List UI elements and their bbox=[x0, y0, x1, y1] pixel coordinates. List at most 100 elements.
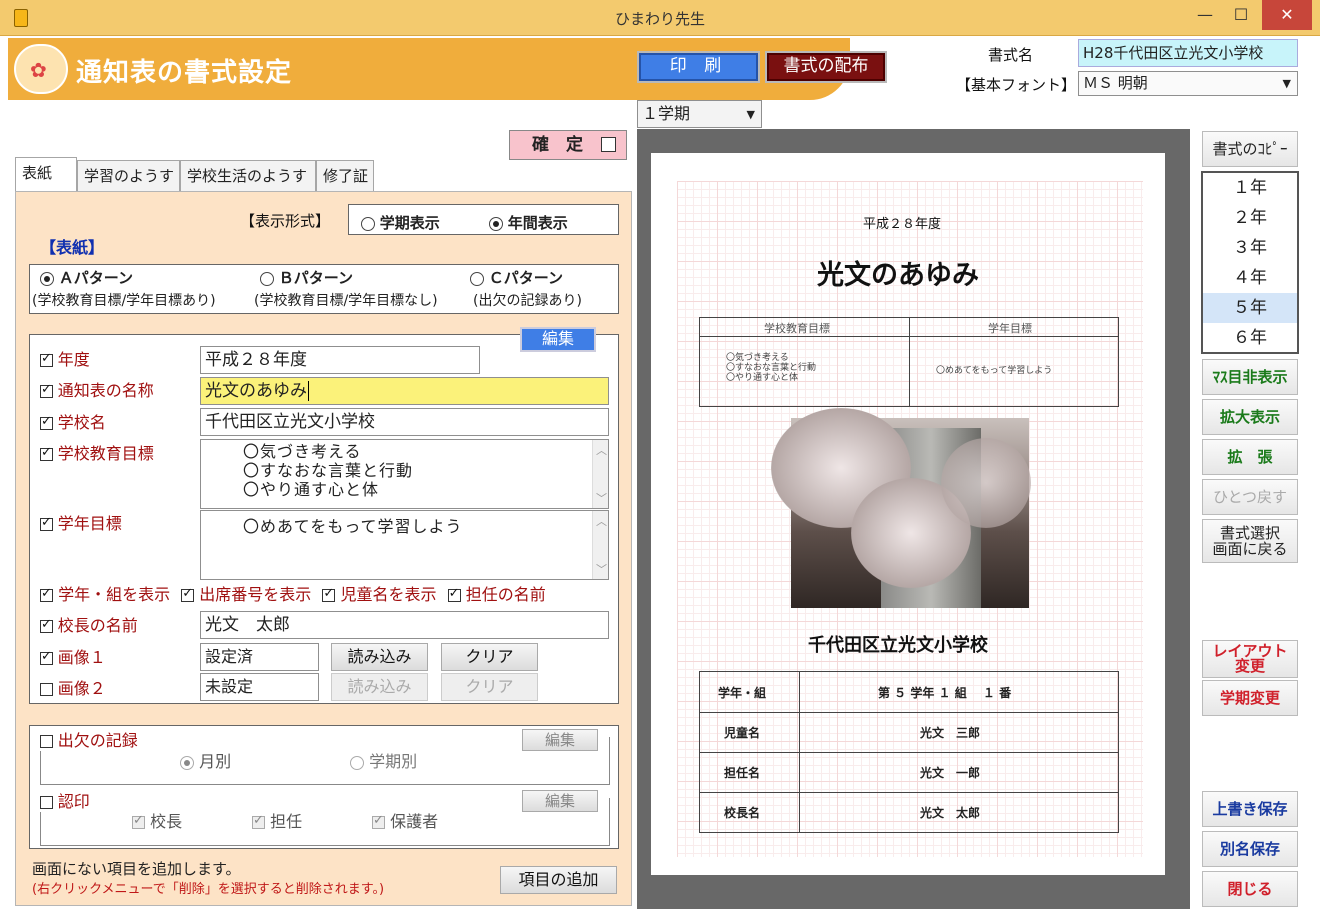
grade-list[interactable]: １年 ２年 ３年 ４年 ５年 ６年 bbox=[1201, 171, 1299, 354]
attendance-checkbox[interactable]: 出欠の記録 bbox=[40, 727, 142, 751]
school-name-checkbox[interactable]: 学校名 bbox=[40, 409, 106, 433]
delete-hint: (右クリックメニューで「削除」を選択すると削除されます。) bbox=[32, 882, 385, 897]
report-name-input[interactable]: 光文のあゆみ bbox=[200, 377, 609, 405]
school-goal-line: 〇すなおな言葉と行動 bbox=[243, 461, 414, 480]
seal-guardian-checkbox[interactable]: 保護者 bbox=[372, 808, 438, 832]
attendance-edit-button[interactable]: 編集 bbox=[522, 729, 598, 751]
undo-button[interactable]: ひとつ戻す bbox=[1202, 479, 1298, 515]
tab-cover[interactable]: 表紙 bbox=[15, 157, 77, 191]
term-change-button[interactable]: 学期変更 bbox=[1202, 680, 1298, 716]
back-button-line1: 書式選択 bbox=[1219, 524, 1280, 542]
close-button[interactable]: 閉じる bbox=[1202, 871, 1298, 907]
pattern-c-radio[interactable]: Ｃパターン bbox=[470, 267, 563, 288]
image2-label: 画像２ bbox=[57, 679, 106, 698]
tab-learning[interactable]: 学習のようす bbox=[77, 160, 180, 191]
tab-certificate[interactable]: 修了証 bbox=[316, 160, 374, 191]
annual-display-radio[interactable]: 年間表示 bbox=[489, 212, 568, 233]
copy-format-button[interactable]: 書式のｺﾋﾟｰ bbox=[1202, 131, 1298, 167]
print-button[interactable]: 印 刷 bbox=[637, 51, 760, 83]
confirm-checkbox[interactable] bbox=[601, 137, 616, 152]
expand-button[interactable]: 拡 張 bbox=[1202, 439, 1298, 475]
monthly-radio[interactable]: 月別 bbox=[180, 748, 231, 772]
term-select-value: １学期 bbox=[642, 104, 691, 123]
back-to-format-select-button[interactable]: 書式選択 画面に戻る bbox=[1202, 519, 1298, 563]
preview-row-key: 児童名 bbox=[724, 726, 761, 740]
school-goal-line: 〇やり通す心と体 bbox=[243, 480, 380, 499]
pattern-a-radio[interactable]: Ａパターン bbox=[40, 267, 133, 288]
school-goal-checkbox[interactable]: 学校教育目標 bbox=[40, 440, 154, 464]
report-name-checkbox[interactable]: 通知表の名称 bbox=[40, 377, 154, 401]
grade-goal-textarea[interactable]: 〇めあてをもって学習しよう ︿ ﹀ bbox=[200, 510, 609, 580]
principal-checkbox[interactable]: 校長の名前 bbox=[40, 612, 138, 636]
show-teacher-checkbox[interactable]: 担任の名前 bbox=[447, 585, 546, 604]
principal-input[interactable]: 光文 太郎 bbox=[200, 611, 609, 639]
back-button-line2: 画面に戻る bbox=[1212, 540, 1288, 558]
grade-item[interactable]: ２年 bbox=[1203, 203, 1297, 233]
show-number-checkbox[interactable]: 出席番号を表示 bbox=[181, 585, 311, 604]
scrollbar[interactable]: ︿ ﹀ bbox=[592, 511, 608, 579]
scrollbar[interactable]: ︿ ﹀ bbox=[592, 440, 608, 508]
preview-row-key: 学年・組 bbox=[718, 686, 767, 700]
seal-teacher-label: 担任 bbox=[270, 812, 303, 831]
school-goal-line: 〇気づき考える bbox=[243, 442, 362, 461]
close-window-button[interactable]: ✕ bbox=[1262, 0, 1312, 30]
add-item-hint: 画面にない項目を追加します。 bbox=[32, 860, 241, 878]
layout-change-button[interactable]: レイアウト 変更 bbox=[1202, 640, 1298, 678]
grade-item[interactable]: ４年 bbox=[1203, 263, 1297, 293]
image2-clear-button[interactable]: クリア bbox=[441, 673, 538, 701]
tab-school-life[interactable]: 学校生活のようす bbox=[180, 160, 316, 191]
zoom-button[interactable]: 拡大表示 bbox=[1202, 399, 1298, 435]
grade-item[interactable]: ６年 bbox=[1203, 323, 1297, 353]
page-title: 通知表の書式設定 bbox=[76, 58, 293, 88]
maximize-button[interactable]: ☐ bbox=[1218, 0, 1264, 30]
chevron-down-icon: ▼ bbox=[1282, 77, 1291, 90]
preview-page: 平成２８年度 光文のあゆみ 学校教育目標 学年目標 〇気づき考える 〇すなおな言… bbox=[651, 153, 1165, 875]
grade-item[interactable]: １年 bbox=[1203, 173, 1297, 203]
hide-grid-button[interactable]: ﾏｽ目非表示 bbox=[1202, 359, 1298, 395]
base-font-select[interactable]: ＭＳ 明朝 ▼ bbox=[1078, 71, 1298, 96]
cover-edit-button[interactable]: 編集 bbox=[520, 327, 596, 352]
show-child-checkbox[interactable]: 児童名を表示 bbox=[322, 585, 437, 604]
school-goal-label: 学校教育目標 bbox=[57, 444, 154, 463]
school-name-input[interactable]: 千代田区立光文小学校 bbox=[200, 408, 609, 436]
display-options-row: 学年・組を表示 出席番号を表示 児童名を表示 担任の名前 bbox=[40, 581, 546, 605]
seal-teacher-checkbox[interactable]: 担任 bbox=[252, 808, 302, 832]
show-grade-checkbox[interactable]: 学年・組を表示 bbox=[40, 585, 170, 604]
display-format-label: 【表示形式】 bbox=[240, 212, 331, 230]
base-font-value: ＭＳ 明朝 bbox=[1083, 74, 1148, 92]
preview-grade-goal: 〇めあてをもって学習しよう bbox=[936, 366, 1053, 376]
image2-load-button[interactable]: 読み込み bbox=[331, 673, 428, 701]
image2-checkbox[interactable]: 画像２ bbox=[40, 675, 106, 699]
seal-principal-label: 校長 bbox=[150, 812, 183, 831]
year-input[interactable]: 平成２８年度 bbox=[200, 346, 480, 374]
image1-clear-button[interactable]: クリア bbox=[441, 643, 538, 671]
seal-principal-checkbox[interactable]: 校長 bbox=[132, 808, 182, 832]
pattern-b-radio[interactable]: Ｂパターン bbox=[260, 267, 353, 288]
grade-item[interactable]: ３年 bbox=[1203, 233, 1297, 263]
grade-goal-label: 学年目標 bbox=[57, 514, 122, 533]
seal-edit-button[interactable]: 編集 bbox=[522, 790, 598, 812]
term-display-radio[interactable]: 学期表示 bbox=[361, 212, 440, 233]
grade-goal-checkbox[interactable]: 学年目標 bbox=[40, 510, 122, 534]
seal-checkbox[interactable]: 認印 bbox=[40, 788, 94, 812]
pattern-group: Ａパターン Ｂパターン Ｃパターン (学校教育目標/学年目標あり) (学校教育目… bbox=[29, 264, 619, 314]
year-checkbox[interactable]: 年度 bbox=[40, 346, 90, 370]
save-as-button[interactable]: 別名保存 bbox=[1202, 831, 1298, 867]
distribute-format-button[interactable]: 書式の配布 bbox=[765, 51, 887, 83]
year-label: 年度 bbox=[57, 350, 90, 369]
preview-year: 平成２８年度 bbox=[863, 217, 942, 232]
add-item-button[interactable]: 項目の追加 bbox=[500, 866, 617, 894]
save-button[interactable]: 上書き保存 bbox=[1202, 791, 1298, 827]
term-select[interactable]: １学期 ▼ bbox=[637, 100, 762, 128]
image1-checkbox[interactable]: 画像１ bbox=[40, 644, 106, 668]
image1-load-button[interactable]: 読み込み bbox=[331, 643, 428, 671]
format-name-input[interactable]: H28千代田区立光文小学校 bbox=[1078, 39, 1298, 67]
term-radio[interactable]: 学期別 bbox=[350, 748, 417, 772]
school-goal-textarea[interactable]: 〇気づき考える 〇すなおな言葉と行動 〇やり通す心と体 ︿ ﹀ bbox=[200, 439, 609, 509]
grade-item-selected[interactable]: ５年 bbox=[1203, 293, 1297, 323]
preview-title: 光文のあゆみ bbox=[817, 260, 979, 291]
confirm-toggle[interactable]: 確 定 bbox=[509, 130, 627, 160]
show-grade-label: 学年・組を表示 bbox=[58, 585, 171, 604]
preview-row-value: 光文 一郎 bbox=[920, 766, 981, 780]
school-name-label: 学校名 bbox=[57, 413, 106, 432]
